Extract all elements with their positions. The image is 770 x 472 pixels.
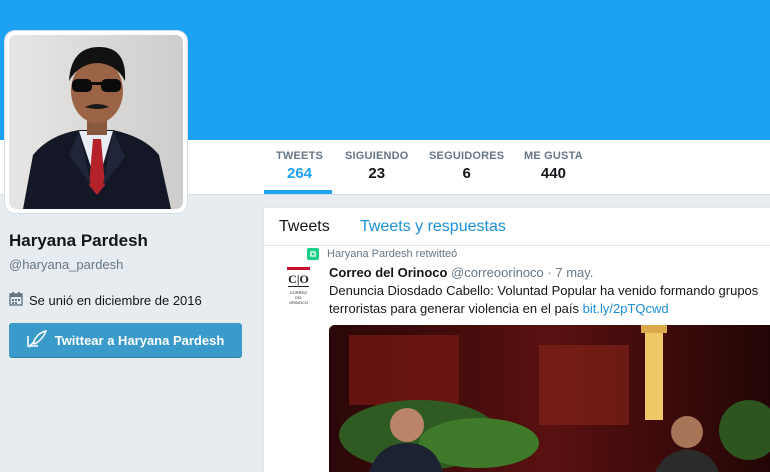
stat-label: ME GUSTA <box>524 150 583 162</box>
stat-value: 23 <box>368 165 386 182</box>
tweet-author-name[interactable]: Correo del Orinoco <box>329 265 447 280</box>
profile-name[interactable]: Haryana Pardesh <box>9 231 148 251</box>
stat-label: SEGUIDORES <box>429 150 505 162</box>
active-tab-indicator <box>264 190 332 194</box>
retweet-icon <box>307 248 319 260</box>
timeline-tabs: Tweets Tweets y respuestas <box>264 208 770 246</box>
stat-following[interactable]: SIGUIENDO 23 <box>345 150 409 182</box>
stat-tweets[interactable]: TWEETS 264 <box>276 150 323 182</box>
tweet-media[interactable] <box>329 325 770 472</box>
stat-followers[interactable]: SEGUIDORES 6 <box>429 150 504 182</box>
quill-icon <box>26 329 47 351</box>
tweet-header: Correo del Orinoco @correoorinoco · 7 ma… <box>329 265 593 280</box>
stat-label: TWEETS <box>276 150 324 162</box>
tweet-to-button[interactable]: Twittear a Haryana Pardesh <box>9 323 242 358</box>
stat-value: 264 <box>287 165 313 182</box>
stat-label: SIGUIENDO <box>345 150 409 162</box>
tab-tweets-replies[interactable]: Tweets y respuestas <box>360 218 506 236</box>
tweet-date[interactable]: 7 may. <box>555 265 593 280</box>
tweet-media-image <box>329 325 770 472</box>
calendar-icon <box>9 292 23 309</box>
tweet-separator: · <box>547 265 552 280</box>
stat-value: 440 <box>540 165 566 182</box>
tweet-text: Denuncia Diosdado Cabello: Voluntad Popu… <box>329 282 769 318</box>
avatar[interactable] <box>9 35 183 209</box>
tweet-to-label: Twittear a Haryana Pardesh <box>54 333 225 348</box>
joined-date: Se unió en diciembre de 2016 <box>9 292 202 309</box>
tab-tweets[interactable]: Tweets <box>279 218 330 236</box>
retweet-label[interactable]: Haryana Pardesh retwitteó <box>327 248 457 260</box>
author-avatar[interactable]: C|O CORREO DEL ORINOCO <box>285 266 312 306</box>
stat-value: 6 <box>462 165 471 182</box>
avatar-photo <box>23 47 171 209</box>
svg-text:CORREO: CORREO <box>290 290 308 295</box>
avatar-frame <box>5 31 187 213</box>
tweet-link[interactable]: bit.ly/2pTQcwd <box>583 301 669 316</box>
tweet-author-handle[interactable]: @correoorinoco <box>451 265 544 280</box>
timeline: Tweets Tweets y respuestas Haryana Parde… <box>263 207 770 472</box>
profile-handle[interactable]: @haryana_pardesh <box>9 257 123 272</box>
stat-likes[interactable]: ME GUSTA 440 <box>524 150 583 182</box>
svg-text:ORINOCO: ORINOCO <box>289 300 308 305</box>
tweet-body: Denuncia Diosdado Cabello: Voluntad Popu… <box>329 283 759 316</box>
joined-text: Se unió en diciembre de 2016 <box>29 293 202 308</box>
retweet-context: Haryana Pardesh retwitteó <box>307 248 457 260</box>
logo-initials: C|O <box>288 272 309 286</box>
